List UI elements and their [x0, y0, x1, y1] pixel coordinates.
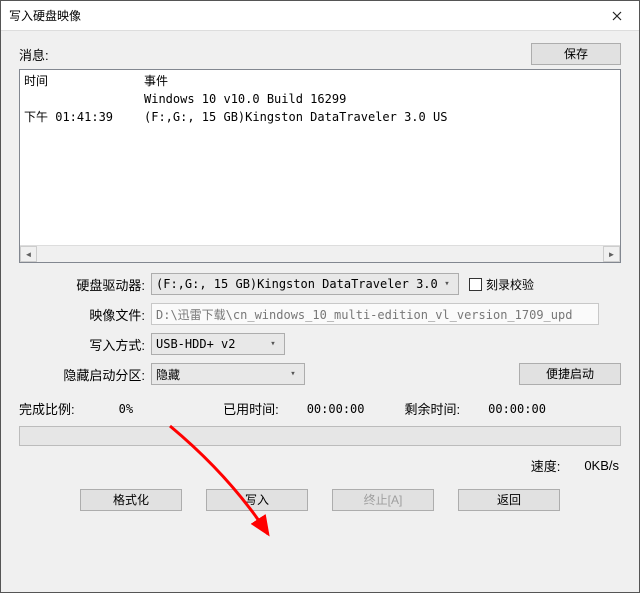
close-icon [612, 11, 622, 21]
info-section-label: 消息: [19, 45, 531, 64]
image-file-label: 映像文件: [19, 305, 151, 324]
speed-value: 0KB/s [584, 458, 619, 473]
quick-boot-button[interactable]: 便捷启动 [519, 363, 621, 385]
elapsed-label: 已用时间: [223, 399, 279, 418]
scroll-left-icon[interactable]: ◄ [20, 246, 37, 262]
image-file-field[interactable]: D:\迅雷下载\cn_windows_10_multi-edition_vl_v… [151, 303, 599, 325]
dialog-window: 写入硬盘映像 消息: 保存 时间 事件 Windows 10 v10.0 Bui… [0, 0, 640, 593]
scroll-right-icon[interactable]: ► [603, 246, 620, 262]
progress-bar [19, 426, 621, 446]
log-row: Windows 10 v10.0 Build 16299 [24, 90, 616, 108]
title-bar: 写入硬盘映像 [1, 1, 639, 31]
drive-dropdown[interactable]: (F:,G:, 15 GB)Kingston DataTraveler 3.0 … [151, 273, 459, 295]
remaining-value: 00:00:00 [488, 402, 546, 416]
chevron-down-icon: ▾ [440, 279, 454, 289]
format-button[interactable]: 格式化 [80, 489, 182, 511]
close-button[interactable] [595, 1, 639, 31]
hidden-partition-label: 隐藏启动分区: [19, 365, 151, 384]
checkbox-icon [469, 278, 482, 291]
speed-label: 速度: [531, 456, 561, 475]
drive-label: 硬盘驱动器: [19, 275, 151, 294]
elapsed-value: 00:00:00 [307, 402, 365, 416]
done-pct-label: 完成比例: [19, 399, 75, 418]
chevron-down-icon: ▾ [286, 369, 300, 379]
done-pct-value: 0% [119, 402, 133, 416]
verify-checkbox[interactable]: 刻录校验 [469, 276, 534, 293]
window-title: 写入硬盘映像 [9, 7, 81, 24]
log-header: 时间 事件 [24, 72, 616, 90]
chevron-down-icon: ▾ [266, 339, 280, 349]
log-panel: 时间 事件 Windows 10 v10.0 Build 16299 下午 01… [19, 69, 621, 263]
write-mode-label: 写入方式: [19, 335, 151, 354]
scroll-track[interactable] [37, 246, 603, 262]
save-button[interactable]: 保存 [531, 43, 621, 65]
back-button[interactable]: 返回 [458, 489, 560, 511]
abort-button: 终止[A] [332, 489, 434, 511]
horizontal-scrollbar[interactable]: ◄ ► [20, 245, 620, 262]
verify-label: 刻录校验 [486, 276, 534, 293]
log-row: 下午 01:41:39 (F:,G:, 15 GB)Kingston DataT… [24, 108, 616, 126]
write-button[interactable]: 写入 [206, 489, 308, 511]
remaining-label: 剩余时间: [405, 399, 461, 418]
hidden-partition-dropdown[interactable]: 隐藏 ▾ [151, 363, 305, 385]
write-mode-dropdown[interactable]: USB-HDD+ v2 ▾ [151, 333, 285, 355]
